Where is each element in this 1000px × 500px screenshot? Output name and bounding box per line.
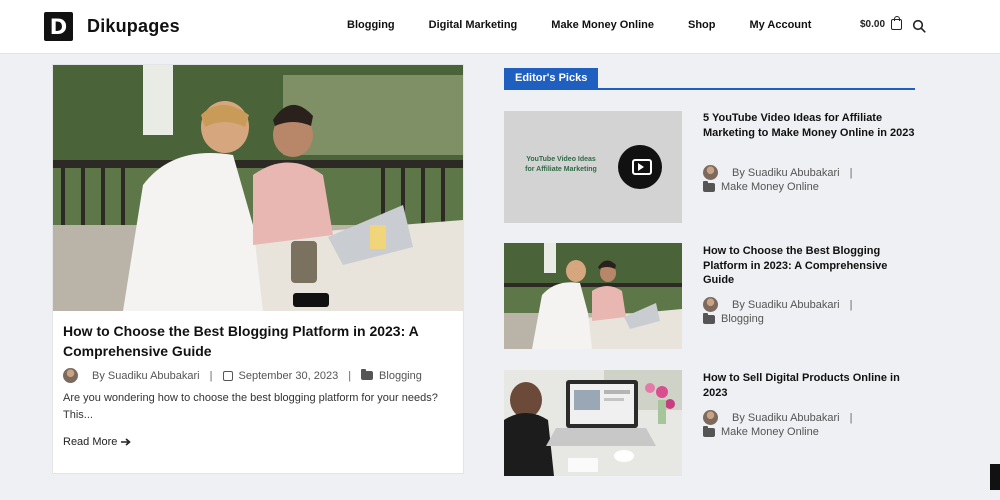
pick-item: How to Choose the Best Blogging Platform… (504, 243, 924, 349)
folder-icon (361, 369, 374, 380)
pick-category[interactable]: Make Money Online (721, 426, 819, 438)
meta-separator: | (849, 166, 853, 179)
pick-category-meta: Blogging (703, 312, 764, 325)
meta-separator: | (849, 298, 853, 311)
scroll-to-top-tab[interactable] (990, 464, 1000, 490)
author-avatar (703, 297, 718, 312)
pick-title[interactable]: 5 YouTube Video Ideas for Affiliate Mark… (703, 111, 918, 140)
read-more-label: Read More (63, 436, 118, 448)
author-name[interactable]: By Suadiku Abubakari (732, 412, 840, 424)
post-date: September 30, 2023 (238, 369, 339, 382)
post-category[interactable]: Blogging (379, 370, 422, 382)
author-avatar (703, 165, 718, 180)
pick-author-meta: By Suadiku Abubakari | (703, 165, 863, 180)
read-more-link[interactable]: Read More (63, 436, 132, 448)
main-nav: Blogging Digital Marketing Make Money On… (347, 19, 845, 31)
editors-picks-header: Editor's Picks (504, 68, 915, 90)
arrow-right-icon (121, 438, 132, 446)
pick-category-meta: Make Money Online (703, 180, 819, 193)
thumbnail-text: YouTube Video Ideas for Affiliate Market… (525, 156, 597, 173)
featured-post-meta: By Suadiku Abubakari | September 30, 202… (63, 368, 422, 383)
featured-post-excerpt: Are you wondering how to choose the best… (63, 392, 438, 421)
nav-item-make-money-online[interactable]: Make Money Online (551, 19, 654, 31)
pick-category[interactable]: Make Money Online (721, 181, 819, 193)
pick-category[interactable]: Blogging (721, 313, 764, 325)
meta-separator: | (348, 369, 352, 382)
play-icon (618, 145, 662, 189)
nav-item-digital-marketing[interactable]: Digital Marketing (429, 19, 518, 31)
featured-post-card: How to Choose the Best Blogging Platform… (52, 64, 464, 474)
pick-thumbnail[interactable] (504, 243, 682, 349)
nav-item-shop[interactable]: Shop (688, 19, 716, 31)
pick-item: YouTube Video Ideas for Affiliate Market… (504, 111, 924, 223)
author-name[interactable]: By Suadiku Abubakari (732, 167, 840, 179)
pick-thumbnail[interactable]: YouTube Video Ideas for Affiliate Market… (504, 111, 682, 223)
featured-image[interactable] (53, 65, 463, 311)
pick-author-meta: By Suadiku Abubakari | (703, 297, 863, 312)
pick-item: How to Sell Digital Products Online in 2… (504, 370, 924, 476)
cart-button[interactable]: $0.00 (860, 16, 903, 30)
pick-title[interactable]: How to Choose the Best Blogging Platform… (703, 244, 918, 288)
calendar-icon (222, 370, 233, 381)
nav-item-my-account[interactable]: My Account (749, 19, 811, 31)
pick-thumbnail[interactable] (504, 370, 682, 476)
author-avatar (63, 368, 78, 383)
meta-separator: | (209, 369, 213, 382)
author-avatar (703, 410, 718, 425)
featured-post-title[interactable]: How to Choose the Best Blogging Platform… (63, 321, 455, 361)
logo-mark: D (44, 12, 73, 41)
pick-author-meta: By Suadiku Abubakari | (703, 410, 863, 425)
author-name[interactable]: By Suadiku Abubakari (92, 370, 200, 382)
folder-icon (703, 425, 715, 437)
pick-category-meta: Make Money Online (703, 425, 819, 438)
site-logo[interactable]: D Dikupages (44, 12, 180, 41)
folder-icon (703, 312, 715, 324)
nav-item-blogging[interactable]: Blogging (347, 19, 395, 31)
cart-amount: $0.00 (860, 19, 886, 30)
folder-icon (703, 180, 715, 192)
meta-separator: | (849, 411, 853, 424)
site-header: D Dikupages Blogging Digital Marketing M… (0, 0, 1000, 54)
site-name: Dikupages (87, 16, 180, 36)
search-icon[interactable] (912, 19, 926, 33)
editors-picks-title: Editor's Picks (504, 68, 599, 89)
pick-title[interactable]: How to Sell Digital Products Online in 2… (703, 371, 918, 400)
cart-icon (891, 16, 903, 30)
author-name[interactable]: By Suadiku Abubakari (732, 299, 840, 311)
